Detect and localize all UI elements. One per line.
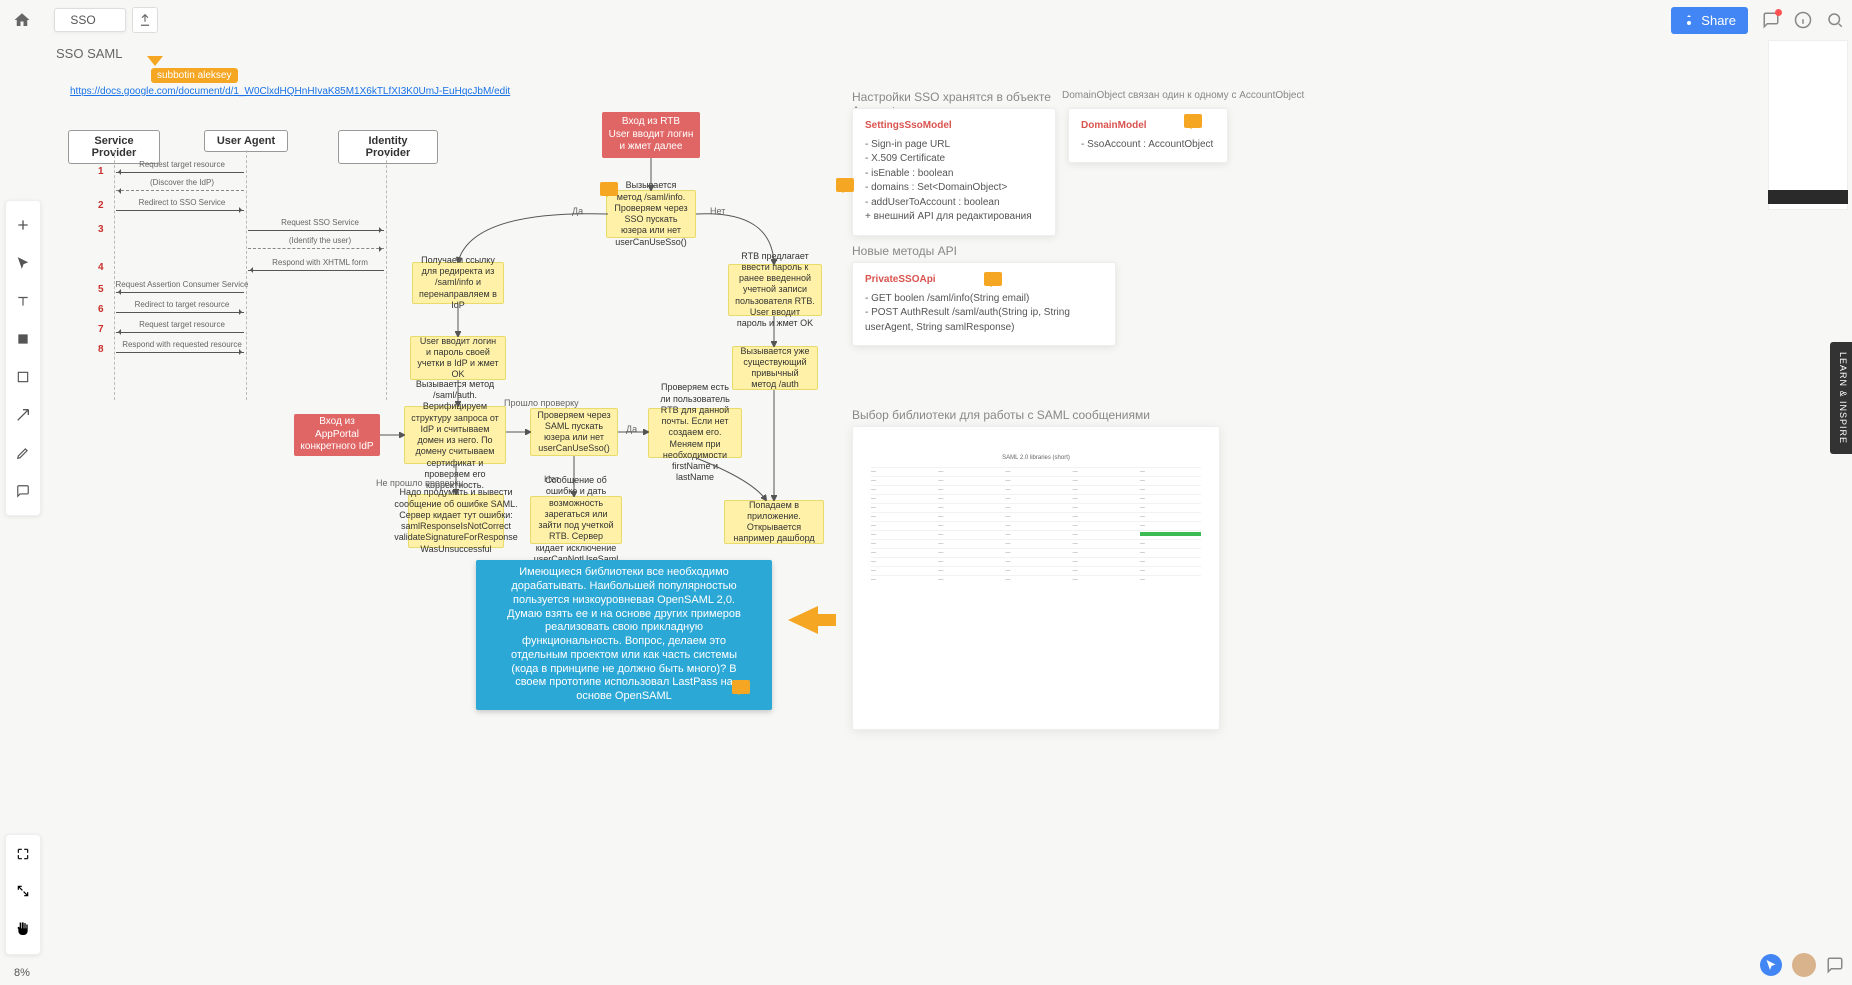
section-lib: Выбор библиотеки для работы с SAML сообщ… [852, 408, 1150, 422]
cl: + внешний API для редактирования [865, 210, 1043, 225]
cl: - GET boolen /saml/info(String email) [865, 292, 1103, 307]
node-blue-note[interactable]: Имеющиеся библиотеки все необходимо дора… [476, 560, 772, 710]
view-rail [5, 834, 41, 955]
cl: - domains : Set<DomainObject> [865, 181, 1043, 196]
seq-num-4: 4 [98, 262, 104, 273]
comment-icon[interactable] [600, 182, 618, 196]
card-settings[interactable]: SettingsSsoModel - Sign-in page URL - X.… [852, 108, 1056, 236]
seq-num-3: 3 [98, 224, 104, 235]
lane-ua: User Agent [204, 130, 288, 152]
sticky-tool[interactable] [13, 329, 33, 349]
seq-num-1: 1 [98, 166, 104, 177]
zoom-level[interactable]: 8% [14, 967, 30, 979]
comments-icon[interactable] [1762, 11, 1780, 29]
text-tool[interactable] [13, 291, 33, 311]
pen-tool[interactable] [13, 443, 33, 463]
node-user-creds[interactable]: User вводит логин и пароль своей учетки … [410, 336, 506, 380]
lane-idp: Identity Provider [338, 130, 438, 164]
hand-tool[interactable] [15, 921, 31, 942]
diagram-title: SSO SAML [56, 46, 122, 61]
cl: - isEnable : boolean [865, 167, 1043, 182]
seq-num-8: 8 [98, 344, 104, 355]
seq-num-6: 6 [98, 304, 104, 315]
seq-l8: Respond with requested resource [112, 340, 252, 349]
seq-num-5: 5 [98, 284, 104, 295]
comment-icon[interactable] [732, 680, 750, 694]
board-title-input[interactable]: SSO [54, 8, 126, 32]
cl: - Sign-in page URL [865, 138, 1043, 153]
node-saml-auth[interactable]: Вызывается метод /saml/auth. Верифицируе… [404, 406, 506, 464]
section-domain: DomainObject связан один к одному с Acco… [1062, 90, 1322, 101]
label-yes-2: Да [626, 424, 637, 434]
arrow-tool[interactable] [13, 405, 33, 425]
seq-l1b: (Discover the IdP) [112, 178, 252, 187]
node-err-register[interactable]: Сообщение об ошибке и дать возможность з… [530, 496, 622, 544]
comment-icon[interactable] [1184, 114, 1202, 128]
tool-rail [5, 200, 41, 516]
seq-l3: Request SSO Service [250, 218, 390, 227]
label-no-1: Нет [710, 206, 725, 216]
shape-tool[interactable] [13, 367, 33, 387]
info-icon[interactable] [1794, 11, 1812, 29]
card-domain[interactable]: DomainModel - SsoAccount : AccountObject [1068, 108, 1228, 163]
cl: - SsoAccount : AccountObject [1081, 138, 1215, 153]
select-tool[interactable] [13, 253, 33, 273]
node-existing-auth[interactable]: Вызывается уже существующий привычный ме… [732, 346, 818, 390]
export-button[interactable] [132, 7, 158, 33]
cl: - X.509 Certificate [865, 152, 1043, 167]
cl: - addUserToAccount : boolean [865, 196, 1043, 211]
node-check-user[interactable]: Проверяем через SAML пускать юзера или н… [530, 408, 618, 456]
add-tool[interactable] [13, 215, 33, 235]
node-err-verify[interactable]: Надо продумать и вывести сообщение об ош… [408, 494, 504, 548]
node-app-portal[interactable]: Вход из AppPortal конкретного IdP [294, 414, 380, 456]
seq-l1: Request target resource [112, 160, 252, 169]
node-saml-info[interactable]: Вызывается метод /saml/info. Проверяем ч… [606, 190, 696, 238]
node-rtb-entry[interactable]: Вход из RTB User вводит логин и жмет дал… [602, 112, 700, 158]
frame-tool[interactable] [16, 847, 30, 866]
spreadsheet-image[interactable]: SAML 2.0 libraries (short) ————— ————— —… [852, 426, 1220, 730]
seq-l4: Respond with XHTML form [250, 258, 390, 267]
remote-cursor-label: subbotin aleksey [151, 68, 238, 83]
thick-arrow-icon [788, 606, 818, 634]
seq-l2: Redirect to SSO Service [112, 198, 252, 207]
node-rtb-prompt[interactable]: RTB предлагает ввести пароль к ранее вве… [728, 264, 822, 316]
seq-l5: Request Assertion Consumer Service [112, 280, 252, 289]
seq-num-2: 2 [98, 200, 104, 211]
seq-num-7: 7 [98, 324, 104, 335]
cl: - POST AuthResult /saml/auth(String ip, … [865, 306, 1103, 335]
sheet-title: SAML 2.0 libraries (short) [871, 455, 1201, 461]
board-canvas[interactable]: SSO SAML subbotin aleksey https://docs.g… [52, 40, 1852, 985]
remote-cursor-icon [147, 56, 163, 66]
seq-l7: Request target resource [112, 320, 252, 329]
label-yes-1: Да [572, 206, 583, 216]
node-check-rtb[interactable]: Проверяем есть ли пользователь RTB для д… [648, 408, 742, 458]
share-button[interactable]: Share [1671, 7, 1748, 34]
seq-l3b: (Identify the user) [250, 236, 390, 245]
share-label: Share [1701, 13, 1736, 28]
home-button[interactable] [8, 6, 36, 34]
node-dashboard[interactable]: Попадаем в приложение. Открывается напри… [724, 500, 824, 544]
seq-l6: Redirect to target resource [112, 300, 252, 309]
fullscreen-tool[interactable] [16, 884, 30, 903]
label-passed: Прошло проверку [504, 398, 579, 408]
comment-icon[interactable] [984, 272, 1002, 286]
card-settings-title: SettingsSsoModel [865, 119, 1043, 134]
node-redirect[interactable]: Получаем ссылку для редиректа из /saml/i… [412, 262, 504, 304]
section-api: Новые методы API [852, 244, 957, 258]
comment-icon[interactable] [836, 178, 854, 192]
search-icon[interactable] [1826, 11, 1844, 29]
comment-tool[interactable] [13, 481, 33, 501]
doc-link[interactable]: https://docs.google.com/document/d/1_W0C… [70, 86, 510, 97]
